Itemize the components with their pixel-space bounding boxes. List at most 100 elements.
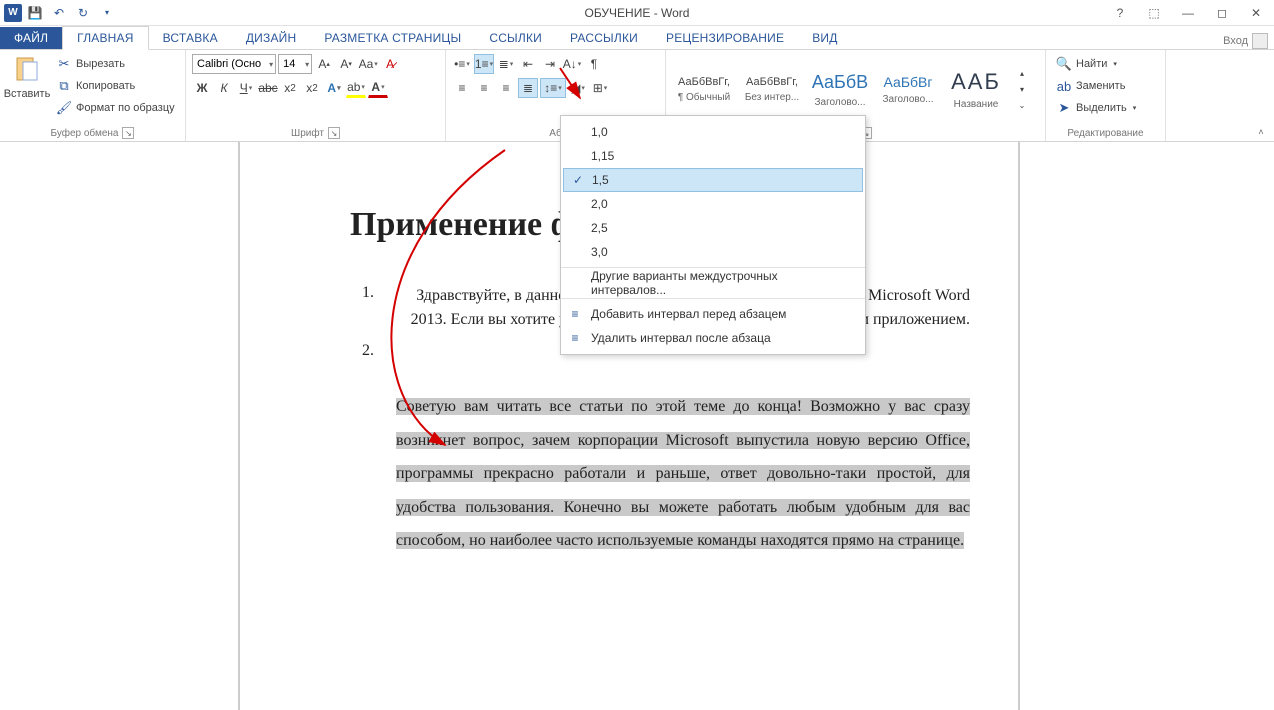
tab-references[interactable]: ССЫЛКИ [475, 27, 556, 49]
close-button[interactable]: ✕ [1242, 3, 1270, 23]
format-painter-button[interactable]: 🖌Формат по образцу [52, 98, 179, 118]
word-app-icon: W [4, 4, 22, 22]
styles-scroll-down[interactable]: ▾ [1012, 82, 1032, 98]
bold-button[interactable]: Ж [192, 78, 212, 98]
window-controls: ? ⬚ — ◻ ✕ [1106, 3, 1270, 23]
tab-view[interactable]: ВИД [798, 27, 851, 49]
spacing-3-0[interactable]: 3,0 [561, 240, 865, 264]
numbering-button[interactable]: 1≡ [474, 54, 494, 74]
add-before-rest: обавить интервал перед абзацем [599, 307, 786, 321]
account-login[interactable]: Вход [1223, 33, 1268, 49]
qat-more-button[interactable]: ▾ [96, 2, 118, 24]
group-font: Calibri (Осно 14 A▴ A▾ Aa A̷ Ж К Ч abc x… [186, 50, 446, 141]
style-nospacing-name: Без интер... [745, 92, 799, 103]
page-left-edge [238, 142, 240, 710]
select-button[interactable]: ➤Выделить▾ [1052, 98, 1140, 118]
maximize-button[interactable]: ◻ [1208, 3, 1236, 23]
avatar-icon [1252, 33, 1268, 49]
paste-icon [13, 54, 41, 86]
cut-button[interactable]: ✂Вырезать [52, 54, 179, 74]
grow-font-button[interactable]: A▴ [314, 54, 334, 74]
spacing-1-0-label: 1,0 [591, 125, 608, 139]
clear-formatting-button[interactable]: A̷ [380, 54, 400, 74]
highlight-button[interactable]: ab [346, 78, 366, 98]
superscript-button[interactable]: x2 [302, 78, 322, 98]
sort-button[interactable]: A↓ [562, 54, 582, 74]
quick-access-toolbar: W 💾 ↶ ↻ ▾ [4, 2, 118, 24]
replace-button[interactable]: abЗаменить [1052, 76, 1129, 96]
align-center-button[interactable]: ≡ [474, 78, 494, 98]
align-left-button[interactable]: ≡ [452, 78, 472, 98]
style-title[interactable]: ААБНазвание [944, 62, 1008, 118]
shading-button[interactable]: ◢ [568, 78, 588, 98]
spacing-2-5[interactable]: 2,5 [561, 216, 865, 240]
borders-button[interactable]: ⊞ [590, 78, 610, 98]
tab-design[interactable]: ДИЗАЙН [232, 27, 311, 49]
title-bar: W 💾 ↶ ↻ ▾ ОБУЧЕНИЕ - Word ? ⬚ — ◻ ✕ [0, 0, 1274, 26]
cursor-icon: ➤ [1056, 100, 1072, 116]
clipboard-launcher[interactable]: ↘ [122, 127, 134, 139]
spacing-1-5[interactable]: ✓1,5 [563, 168, 863, 192]
spacing-1-15[interactable]: 1,15 [561, 144, 865, 168]
shrink-font-button[interactable]: A▾ [336, 54, 356, 74]
bullets-button[interactable]: •≡ [452, 54, 472, 74]
selected-paragraph: Советую вам читать все статьи по этой те… [396, 390, 970, 558]
font-group-label: Шрифт [291, 128, 324, 139]
scissors-icon: ✂ [56, 56, 72, 72]
copy-icon: ⧉ [56, 78, 72, 94]
style-normal-preview: АаБбВвГг, [678, 76, 730, 88]
subscript-button[interactable]: x2 [280, 78, 300, 98]
ribbon-tabs: ФАЙЛ ГЛАВНАЯ ВСТАВКА ДИЗАЙН РАЗМЕТКА СТР… [0, 26, 1274, 50]
line-spacing-button[interactable]: ↕≡ [540, 78, 566, 98]
tab-mailings[interactable]: РАССЫЛКИ [556, 27, 652, 49]
undo-button[interactable]: ↶ [48, 2, 70, 24]
change-case-button[interactable]: Aa [358, 54, 378, 74]
find-button[interactable]: 🔍Найти▾ [1052, 54, 1121, 74]
tab-page-layout[interactable]: РАЗМЕТКА СТРАНИЦЫ [310, 27, 475, 49]
style-heading2[interactable]: АаБбВгЗаголово... [876, 62, 940, 118]
font-launcher[interactable]: ↘ [328, 127, 340, 139]
redo-button[interactable]: ↻ [72, 2, 94, 24]
style-no-spacing[interactable]: АаБбВвГг,Без интер... [740, 62, 804, 118]
format-painter-label: Формат по образцу [76, 102, 175, 114]
multilevel-list-button[interactable]: ≣ [496, 54, 516, 74]
page-right-edge [1018, 142, 1020, 710]
login-label: Вход [1223, 35, 1248, 47]
tab-home[interactable]: ГЛАВНАЯ [62, 26, 148, 50]
spacing-1-0[interactable]: 1,0 [561, 120, 865, 144]
save-button[interactable]: 💾 [24, 2, 46, 24]
font-color-button[interactable]: A [368, 78, 388, 98]
search-icon: 🔍 [1056, 56, 1072, 72]
styles-more-button[interactable]: ⌄ [1012, 98, 1032, 114]
style-heading1[interactable]: АаБбВЗаголово... [808, 62, 872, 118]
collapse-ribbon-button[interactable]: ˄ [1252, 125, 1270, 139]
tab-insert[interactable]: ВСТАВКА [149, 27, 232, 49]
help-button[interactable]: ? [1106, 3, 1134, 23]
spacing-2-0[interactable]: 2,0 [561, 192, 865, 216]
underline-button[interactable]: Ч [236, 78, 256, 98]
add-space-before[interactable]: ≡Добавить интервал перед абзацем [561, 302, 865, 326]
minimize-button[interactable]: — [1174, 3, 1202, 23]
remove-space-after[interactable]: ≡Удалить интервал после абзаца [561, 326, 865, 350]
text-effects-button[interactable]: A [324, 78, 344, 98]
tab-file[interactable]: ФАЙЛ [0, 27, 62, 49]
font-size-combo[interactable]: 14 [278, 54, 312, 74]
tab-review[interactable]: РЕЦЕНЗИРОВАНИЕ [652, 27, 798, 49]
italic-button[interactable]: К [214, 78, 234, 98]
ribbon-display-button[interactable]: ⬚ [1140, 3, 1168, 23]
font-family-combo[interactable]: Calibri (Осно [192, 54, 276, 74]
copy-button[interactable]: ⧉Копировать [52, 76, 179, 96]
align-right-button[interactable]: ≡ [496, 78, 516, 98]
show-marks-button[interactable]: ¶ [584, 54, 604, 74]
justify-button[interactable]: ≣ [518, 78, 538, 98]
style-normal[interactable]: АаБбВвГг,¶ Обычный [672, 62, 736, 118]
spacing-2-5-label: 2,5 [591, 221, 608, 235]
clipboard-group-label: Буфер обмена [51, 128, 119, 139]
increase-indent-button[interactable]: ⇥ [540, 54, 560, 74]
spacing-1-15-label: 1,15 [591, 149, 614, 163]
spacing-options[interactable]: Другие варианты междустрочных интервалов… [561, 271, 865, 295]
decrease-indent-button[interactable]: ⇤ [518, 54, 538, 74]
strikethrough-button[interactable]: abc [258, 78, 278, 98]
styles-scroll-up[interactable]: ▴ [1012, 66, 1032, 82]
paste-button[interactable]: Вставить [6, 54, 48, 100]
